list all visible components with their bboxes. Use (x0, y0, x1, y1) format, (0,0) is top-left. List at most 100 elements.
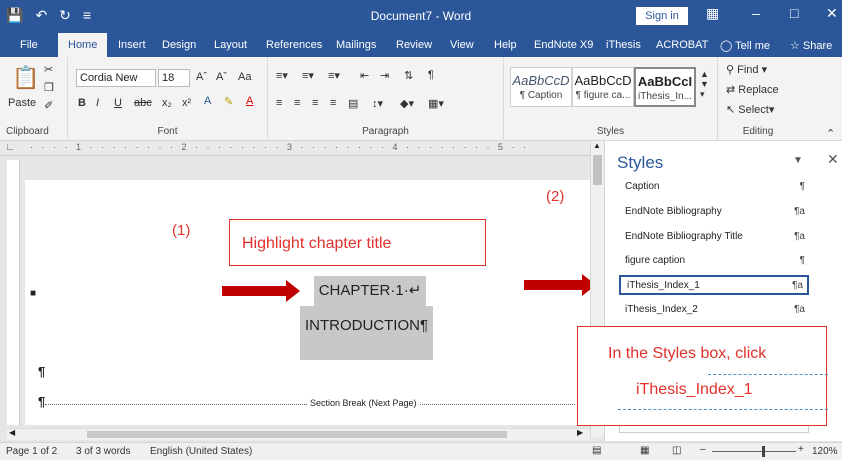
superscript-button[interactable]: x² (182, 97, 191, 109)
style-item-caption[interactable]: Caption ¶ (619, 177, 809, 197)
select-button[interactable]: ↖ Select▾ (726, 103, 774, 116)
italic-button[interactable]: I (96, 97, 99, 109)
justify-icon[interactable]: ≡ (330, 97, 336, 109)
scroll-right-icon[interactable]: ▶ (577, 428, 583, 437)
replace-icon: ⇄ (726, 84, 739, 96)
vertical-scroll-thumb[interactable] (593, 155, 602, 185)
font-name-field[interactable]: Cordia New (76, 69, 156, 87)
tab-endnote[interactable]: EndNote X9 (534, 39, 593, 51)
scroll-up-icon[interactable]: ▲ (593, 141, 601, 150)
text-effects-icon[interactable]: A (204, 95, 211, 107)
style-item-endnote-bibliography[interactable]: EndNote Bibliography ¶a (619, 202, 809, 222)
share-icon: ☆ (790, 40, 803, 52)
minimize-icon[interactable]: – (752, 5, 760, 21)
ribbon-display-icon[interactable]: ▦ (706, 5, 719, 22)
decrease-indent-icon[interactable]: ⇤ (360, 69, 369, 82)
subscript-button[interactable]: x₂ (162, 97, 172, 109)
page-count[interactable]: Page 1 of 2 (6, 446, 57, 457)
style-item-ithesis-index-1[interactable]: iThesis_Index_1 ¶a (619, 275, 809, 295)
tab-mailings[interactable]: Mailings (336, 39, 376, 51)
zoom-slider[interactable] (712, 451, 796, 452)
sign-in-button[interactable]: Sign in (636, 7, 688, 25)
tab-references[interactable]: References (266, 39, 322, 51)
word-count[interactable]: 3 of 3 words (76, 446, 130, 457)
align-right-icon[interactable]: ≡ (312, 97, 318, 109)
scroll-left-icon[interactable]: ◀ (9, 428, 15, 437)
style-figure-caption[interactable]: AaBbCcD ¶ figure ca... (572, 67, 634, 107)
multilevel-list-icon[interactable]: ≡▾ (328, 69, 340, 82)
chapter-heading[interactable]: CHAPTER·1·↵ (314, 276, 426, 306)
borders-icon[interactable]: ▦▾ (428, 97, 444, 110)
tab-layout[interactable]: Layout (214, 39, 247, 51)
tab-insert[interactable]: Insert (118, 39, 146, 51)
tab-acrobat[interactable]: ACROBAT (656, 39, 708, 51)
collapse-ribbon-icon[interactable]: ⌃ (826, 127, 835, 140)
underline-button[interactable]: U (114, 97, 122, 109)
align-left-icon[interactable]: ≡ (276, 97, 282, 109)
zoom-in-icon[interactable]: + (798, 444, 804, 455)
bold-button[interactable]: B (78, 97, 86, 109)
show-marks-icon[interactable]: ¶ (428, 69, 434, 81)
tab-design[interactable]: Design (162, 39, 196, 51)
empty-paragraph-mark: ¶ (38, 364, 46, 379)
web-layout-icon[interactable]: ◫ (672, 445, 681, 456)
copy-icon[interactable]: ❐ (44, 81, 54, 94)
cut-icon[interactable]: ✂ (44, 63, 53, 76)
style-item-ithesis-index-2[interactable]: iThesis_Index_2 ¶a (619, 300, 809, 320)
grow-font-icon[interactable]: Aˆ (196, 71, 207, 83)
language[interactable]: English (United States) (150, 446, 252, 457)
read-mode-icon[interactable]: ▤ (592, 445, 601, 456)
change-case-icon[interactable]: Aa (238, 71, 251, 83)
tab-file[interactable]: File (20, 39, 38, 51)
replace-button[interactable]: ⇄ Replace (726, 83, 779, 96)
vertical-ruler[interactable] (7, 160, 20, 425)
sort-icon[interactable]: ⇅ (404, 69, 413, 82)
tab-ithesis[interactable]: iThesis (606, 39, 641, 51)
font-color-icon[interactable]: A (246, 95, 253, 107)
zoom-out-icon[interactable]: – (700, 444, 706, 455)
close-icon[interactable]: ✕ (826, 5, 838, 22)
document-page[interactable] (25, 180, 590, 425)
print-layout-icon[interactable]: ▦ (640, 445, 649, 456)
distributed-icon[interactable]: ▤ (348, 97, 358, 110)
paste-icon[interactable]: 📋 (12, 65, 39, 91)
strikethrough-button[interactable]: abc (134, 97, 152, 109)
increase-indent-icon[interactable]: ⇥ (380, 69, 389, 82)
shrink-font-icon[interactable]: Aˇ (216, 71, 227, 83)
tab-selector-icon[interactable]: ∟ (5, 142, 15, 153)
clipboard-group: 📋 Paste ✂ ❐ ✐ Clipboard (0, 57, 68, 141)
introduction-heading[interactable]: INTRODUCTION¶ (300, 306, 433, 360)
horizontal-ruler[interactable]: ∟ · · · · 1 · · · · · · · · 2 · · · · · … (0, 141, 598, 156)
align-center-icon[interactable]: ≡ (294, 97, 300, 109)
bullets-icon[interactable]: ≡▾ (276, 69, 288, 82)
horizontal-scroll-thumb[interactable] (87, 431, 507, 438)
maximize-icon[interactable]: □ (790, 5, 798, 21)
style-item-figure-caption[interactable]: figure caption ¶ (619, 251, 809, 271)
style-caption[interactable]: AaBbCcD ¶ Caption (510, 67, 572, 107)
shading-icon[interactable]: ◆▾ (400, 97, 414, 110)
zoom-level[interactable]: 120% (812, 446, 838, 457)
tell-me-search[interactable]: ◯ Tell me (720, 39, 770, 52)
styles-more-icon[interactable]: ▲ ▼ ▾ (700, 69, 709, 100)
font-size-field[interactable]: 18 (158, 69, 190, 87)
zoom-slider-thumb[interactable] (762, 446, 765, 457)
editing-label: Editing (742, 126, 774, 137)
numbering-icon[interactable]: ≡▾ (302, 69, 314, 82)
magnifier-icon: ⚲ (726, 64, 738, 76)
tab-home[interactable]: Home (58, 33, 108, 57)
editing-group: ⚲ Find ▾ ⇄ Replace ↖ Select▾ Editing (718, 57, 798, 141)
highlight-icon[interactable]: ✎ (224, 95, 233, 108)
horizontal-scrollbar[interactable]: ◀ ▶ (7, 428, 590, 440)
format-painter-icon[interactable]: ✐ (44, 99, 53, 112)
pane-close-icon[interactable]: ✕ (827, 151, 839, 168)
pane-options-icon[interactable]: ▼ (793, 155, 803, 166)
share-button[interactable]: ☆ Share (790, 39, 832, 52)
find-button[interactable]: ⚲ Find ▾ (726, 63, 767, 76)
style-ithesis-index[interactable]: AaBbCcI iThesis_In... (634, 67, 696, 107)
tab-help[interactable]: Help (494, 39, 517, 51)
paste-button[interactable]: Paste (8, 97, 36, 109)
line-spacing-icon[interactable]: ↕▾ (372, 97, 383, 110)
style-item-endnote-bibliography-title[interactable]: EndNote Bibliography Title ¶a (619, 227, 809, 247)
tab-review[interactable]: Review (396, 39, 432, 51)
tab-view[interactable]: View (450, 39, 474, 51)
